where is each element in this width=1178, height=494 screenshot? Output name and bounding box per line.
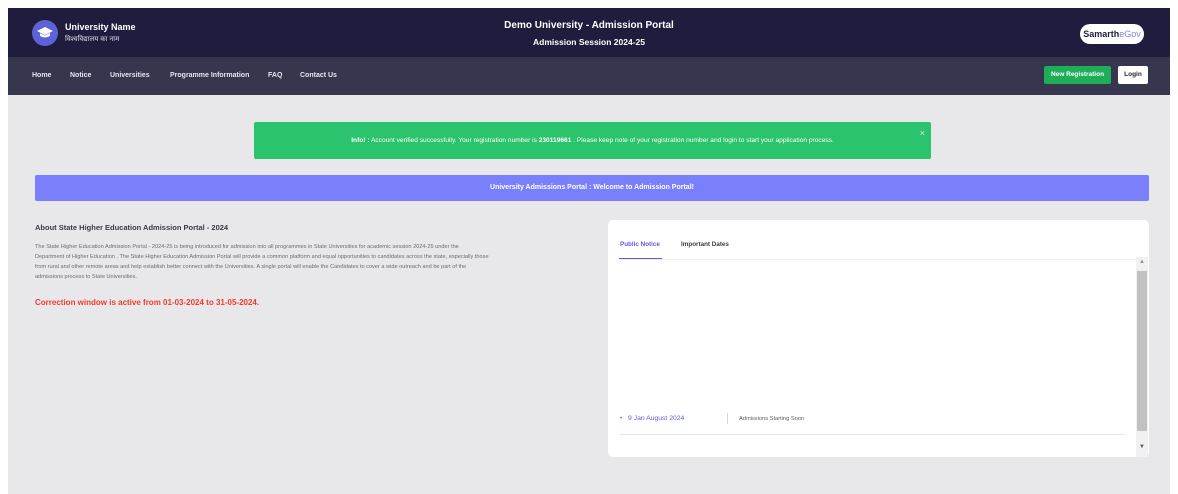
scroll-down-arrow-icon[interactable]: ▼ <box>1139 444 1145 450</box>
tab-divider <box>619 259 1138 260</box>
login-button[interactable]: Login <box>1118 66 1148 84</box>
nav-programme-information[interactable]: Programme Information <box>170 72 249 79</box>
brand-part-1: Samarth <box>1083 29 1120 39</box>
new-registration-button[interactable]: New Registration <box>1044 66 1111 84</box>
alert-label: Info! : <box>351 137 370 144</box>
active-tab-indicator <box>619 258 662 259</box>
notice-list-item[interactable]: • 9 Jan August 2024 Admissions Starting … <box>620 413 1125 435</box>
top-header: University Name विश्वविद्यालय का नाम Dem… <box>8 8 1170 57</box>
notice-scrollbar[interactable]: ▲ ▼ <box>1136 257 1148 457</box>
nav-faq[interactable]: FAQ <box>268 72 282 79</box>
correction-window-notice: Correction window is active from 01-03-2… <box>35 298 260 307</box>
alert-text-after: . Please keep note of your registration … <box>571 137 834 144</box>
bullet-icon: • <box>620 416 623 422</box>
nav-contact-us[interactable]: Contact Us <box>300 72 337 79</box>
scroll-up-arrow-icon[interactable]: ▲ <box>1139 259 1145 265</box>
notice-separator <box>727 413 728 424</box>
notice-card: Public Notice Important Dates • 9 Jan Au… <box>608 220 1149 457</box>
registration-number: 230119661 <box>538 137 572 144</box>
nav-notice[interactable]: Notice <box>70 72 91 79</box>
samarth-egov-logo[interactable]: SamartheGov <box>1080 24 1144 44</box>
info-alert: Info! : Account verified successfully. Y… <box>254 122 931 159</box>
welcome-banner: University Admissions Portal : Welcome t… <box>35 175 1149 201</box>
close-icon[interactable]: × <box>920 128 925 138</box>
alert-text-before: Account verified successfully. Your regi… <box>369 137 539 144</box>
brand-part-2: eGov <box>1119 29 1141 39</box>
alert-message: Info! : Account verified successfully. Y… <box>254 137 931 144</box>
about-line: admissions process to State Universities… <box>35 274 137 280</box>
about-title: About State Higher Education Admission P… <box>35 223 229 232</box>
welcome-text: University Admissions Portal : Welcome t… <box>490 184 694 191</box>
scrollbar-thumb[interactable] <box>1137 271 1147 431</box>
main-nav: Home Notice Universities Programme Infor… <box>8 57 1170 95</box>
admission-session: Admission Session 2024-25 <box>533 37 645 47</box>
nav-universities[interactable]: Universities <box>110 72 150 79</box>
page: University Name विश्वविद्यालय का नाम Dem… <box>8 8 1170 494</box>
nav-home[interactable]: Home <box>32 72 51 79</box>
about-line: Department of Higher Education . The Sta… <box>35 254 489 260</box>
about-line: from rural and other remote areas and he… <box>35 264 467 270</box>
portal-title: Demo University - Admission Portal <box>504 20 674 31</box>
tab-important-dates[interactable]: Important Dates <box>681 241 729 248</box>
about-line: The State Higher Education Admission Por… <box>35 244 459 250</box>
notice-date: 9 Jan August 2024 <box>628 415 685 422</box>
notice-title[interactable]: Admissions Starting Soon <box>739 416 804 422</box>
about-description: The State Higher Education Admission Por… <box>35 242 607 282</box>
tab-public-notice[interactable]: Public Notice <box>620 241 660 248</box>
